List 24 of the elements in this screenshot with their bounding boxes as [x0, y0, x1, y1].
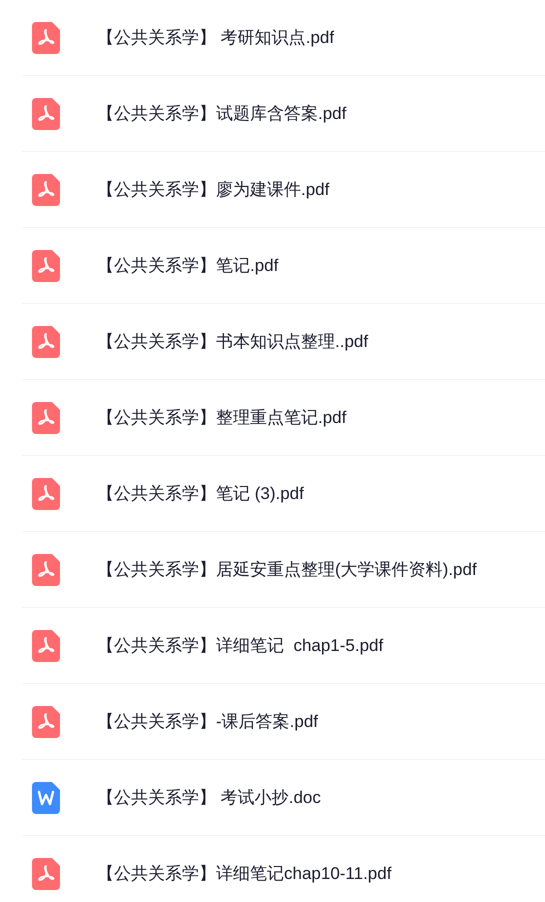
file-name[interactable]: 【公共关系学】 考研知识点.pdf	[97, 24, 334, 50]
pdf-file-icon	[32, 98, 60, 130]
pdf-file-icon	[32, 478, 60, 510]
file-name[interactable]: 【公共关系学】笔记 (3).pdf	[97, 480, 304, 506]
pdf-file-icon	[32, 22, 60, 54]
file-name[interactable]: 【公共关系学】-课后答案.pdf	[97, 708, 318, 734]
pdf-file-icon	[32, 402, 60, 434]
file-name[interactable]: 【公共关系学】详细笔记 chap1-5.pdf	[97, 632, 384, 658]
word-file-icon	[32, 782, 60, 814]
file-name[interactable]: 【公共关系学】笔记.pdf	[97, 252, 278, 278]
pdf-file-icon	[32, 174, 60, 206]
file-name[interactable]: 【公共关系学】居延安重点整理(大学课件资料).pdf	[97, 556, 477, 582]
file-name[interactable]: 【公共关系学】试题库含答案.pdf	[97, 100, 346, 126]
file-name[interactable]: 【公共关系学】书本知识点整理..pdf	[97, 328, 368, 354]
file-name[interactable]: 【公共关系学】 考试小抄.doc	[97, 784, 321, 810]
file-name[interactable]: 【公共关系学】整理重点笔记.pdf	[97, 404, 346, 430]
file-name[interactable]: 【公共关系学】详细笔记chap10-11.pdf	[97, 860, 392, 886]
file-name[interactable]: 【公共关系学】廖为建课件.pdf	[97, 176, 330, 202]
pdf-file-icon	[32, 630, 60, 662]
pdf-file-icon	[32, 858, 60, 890]
pdf-file-icon	[32, 250, 60, 282]
pdf-file-icon	[32, 554, 60, 586]
pdf-file-icon	[32, 706, 60, 738]
pdf-file-icon	[32, 326, 60, 358]
